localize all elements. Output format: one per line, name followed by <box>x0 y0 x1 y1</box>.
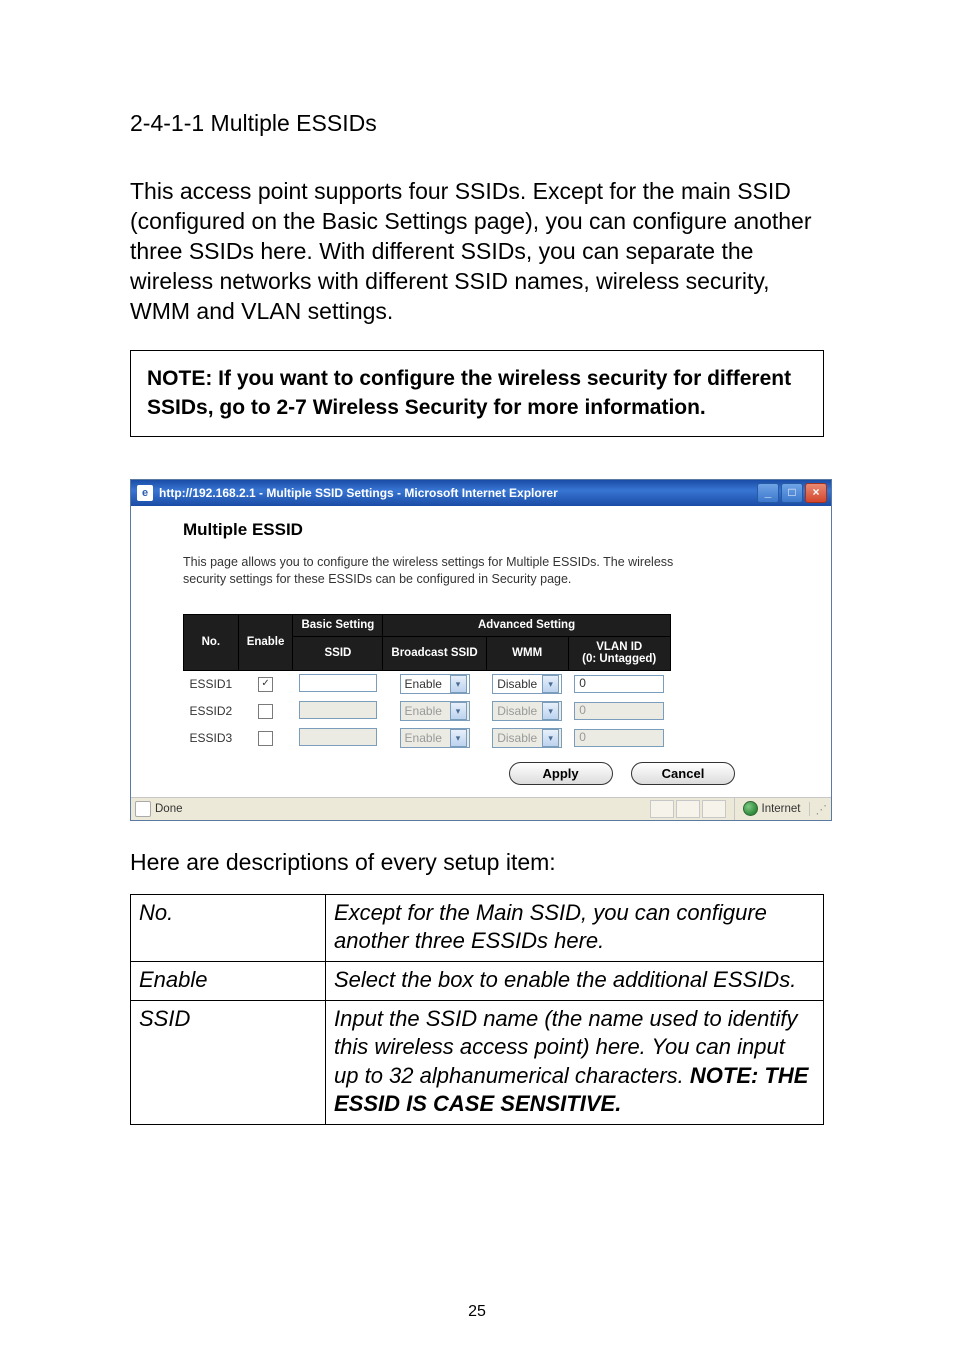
def-value: Select the box to enable the additional … <box>326 962 824 1001</box>
window-minimize-button[interactable]: _ <box>757 483 779 503</box>
enable-checkbox[interactable]: ✓ <box>258 677 273 692</box>
globe-icon <box>743 801 758 816</box>
def-key: SSID <box>131 1001 326 1125</box>
essid-config-table: No. Enable Basic Setting Advanced Settin… <box>183 614 671 752</box>
resize-grip[interactable]: ⋰ <box>809 802 828 816</box>
button-row: Apply Cancel <box>183 762 795 785</box>
vlan-input[interactable]: 0 <box>574 675 664 693</box>
zone-label: Internet <box>762 803 801 815</box>
status-segment <box>676 800 700 818</box>
chevron-down-icon: ▾ <box>542 729 559 747</box>
descriptions-heading: Here are descriptions of every setup ite… <box>130 849 824 876</box>
def-key: No. <box>131 894 326 961</box>
status-bar: Done Internet ⋰ <box>131 797 831 820</box>
chevron-down-icon: ▾ <box>542 675 559 693</box>
enable-checkbox[interactable] <box>258 731 273 746</box>
window-title-bar: e http://192.168.2.1 - Multiple SSID Set… <box>131 480 831 506</box>
select-value: Disable <box>497 677 537 691</box>
vlan-input[interactable]: 0 <box>574 702 664 720</box>
window-title: http://192.168.2.1 - Multiple SSID Setti… <box>159 486 757 500</box>
wmm-select[interactable]: Disable ▾ <box>492 674 562 694</box>
intro-paragraph: This access point supports four SSIDs. E… <box>130 177 824 326</box>
col-ssid: SSID <box>293 636 383 670</box>
chevron-down-icon: ▾ <box>450 675 467 693</box>
col-advanced-setting: Advanced Setting <box>383 614 670 636</box>
row-label: ESSID2 <box>184 698 239 725</box>
col-basic-setting: Basic Setting <box>293 614 383 636</box>
security-zone[interactable]: Internet <box>734 798 809 820</box>
broadcast-select[interactable]: Enable ▾ <box>400 701 470 721</box>
page-number: 25 <box>0 1303 954 1321</box>
table-row: No. Except for the Main SSID, you can co… <box>131 894 824 961</box>
def-value: Except for the Main SSID, you can config… <box>326 894 824 961</box>
ie-icon: e <box>137 485 153 501</box>
col-broadcast-ssid: Broadcast SSID <box>383 636 486 670</box>
status-text: Done <box>155 803 183 815</box>
page-icon <box>135 801 151 817</box>
col-no: No. <box>184 614 239 670</box>
ssid-input[interactable] <box>299 701 377 719</box>
section-heading: 2-4-1-1 Multiple ESSIDs <box>130 110 824 137</box>
browser-window: e http://192.168.2.1 - Multiple SSID Set… <box>130 479 832 821</box>
select-value: Enable <box>405 731 442 745</box>
chevron-down-icon: ▾ <box>542 702 559 720</box>
pane-description: This page allows you to configure the wi… <box>183 554 683 588</box>
col-enable: Enable <box>238 614 293 670</box>
table-row: Enable Select the box to enable the addi… <box>131 962 824 1001</box>
row-label: ESSID1 <box>184 670 239 698</box>
def-key: Enable <box>131 962 326 1001</box>
broadcast-select[interactable]: Enable ▾ <box>400 674 470 694</box>
table-row: ESSID3 Enable ▾ Disable ▾ <box>184 725 671 752</box>
status-segment <box>702 800 726 818</box>
cancel-button[interactable]: Cancel <box>631 762 735 785</box>
row-label: ESSID3 <box>184 725 239 752</box>
col-wmm: WMM <box>486 636 568 670</box>
apply-button[interactable]: Apply <box>509 762 613 785</box>
col-vlan-id: VLAN ID (0: Untagged) <box>568 636 670 670</box>
ssid-input[interactable] <box>299 674 377 692</box>
enable-checkbox[interactable] <box>258 704 273 719</box>
window-maximize-button[interactable]: □ <box>781 483 803 503</box>
select-value: Disable <box>497 704 537 718</box>
vlan-input[interactable]: 0 <box>574 729 664 747</box>
select-value: Disable <box>497 731 537 745</box>
wmm-select[interactable]: Disable ▾ <box>492 701 562 721</box>
chevron-down-icon: ▾ <box>450 702 467 720</box>
browser-content: Multiple ESSID This page allows you to c… <box>131 506 831 797</box>
chevron-down-icon: ▾ <box>450 729 467 747</box>
broadcast-select[interactable]: Enable ▾ <box>400 728 470 748</box>
window-close-button[interactable]: × <box>805 483 827 503</box>
table-row: SSID Input the SSID name (the name used … <box>131 1001 824 1125</box>
wmm-select[interactable]: Disable ▾ <box>492 728 562 748</box>
select-value: Enable <box>405 704 442 718</box>
definitions-table: No. Except for the Main SSID, you can co… <box>130 894 824 1125</box>
ssid-input[interactable] <box>299 728 377 746</box>
status-segment <box>650 800 674 818</box>
note-box: NOTE: If you want to configure the wirel… <box>130 350 824 437</box>
def-value: Input the SSID name (the name used to id… <box>326 1001 824 1125</box>
table-row: ESSID2 Enable ▾ Disable ▾ <box>184 698 671 725</box>
pane-title: Multiple ESSID <box>183 520 795 540</box>
table-row: ESSID1 ✓ Enable ▾ Disable ▾ <box>184 670 671 698</box>
select-value: Enable <box>405 677 442 691</box>
